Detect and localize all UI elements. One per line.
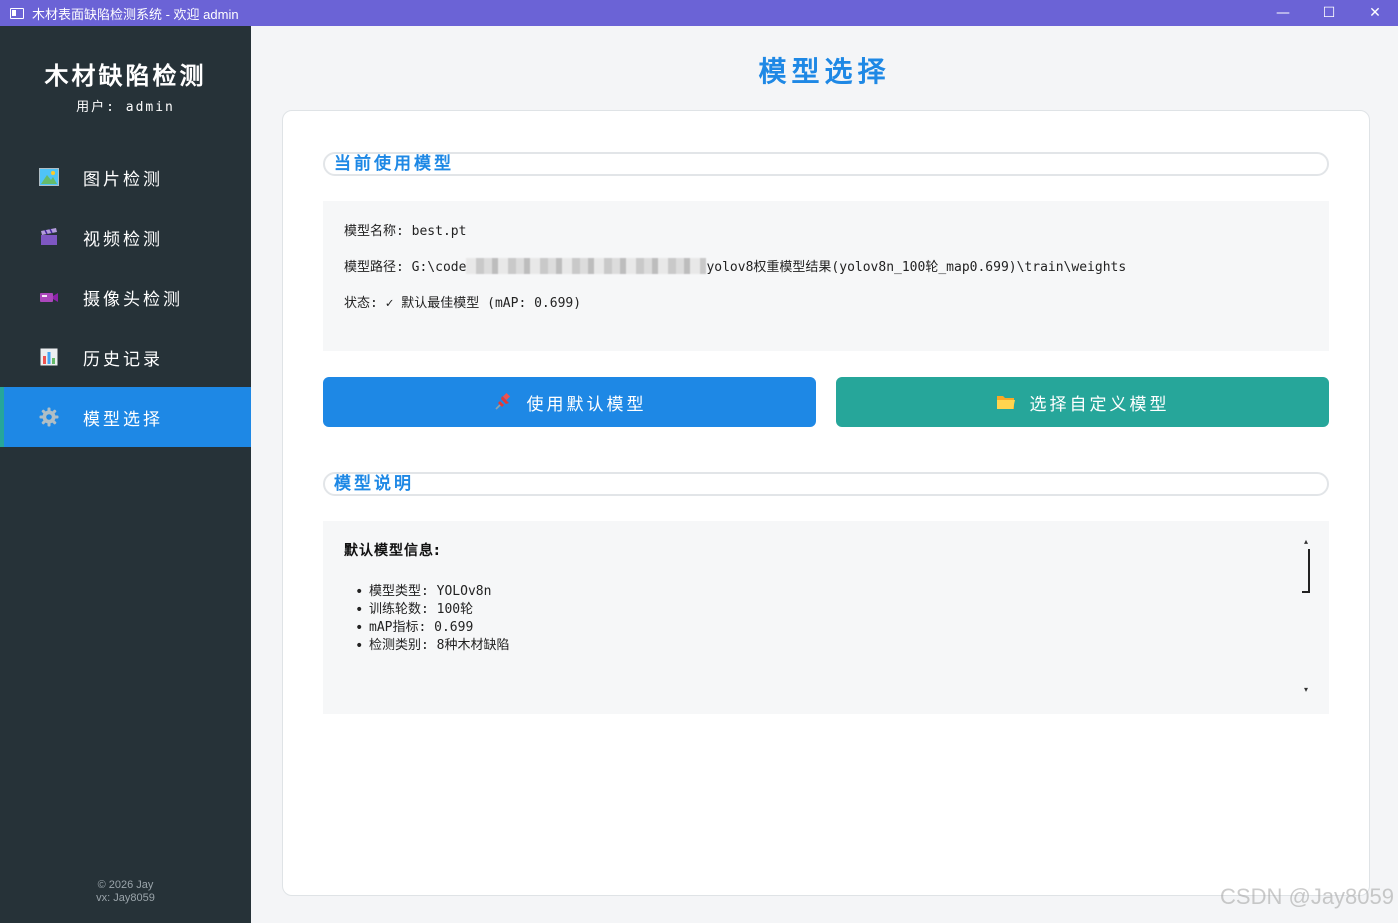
sidebar-item-video-detect[interactable]: 视频检测 (0, 207, 251, 267)
section-title: 模型说明 (334, 474, 414, 494)
model-name-label: 模型名称: (344, 224, 412, 239)
vertical-scrollbar[interactable]: ▴ ▾ (1300, 537, 1312, 697)
user-label: 用户: admin (76, 100, 175, 115)
scroll-up-arrow[interactable]: ▴ (1300, 537, 1312, 547)
redacted-path-segment (466, 258, 707, 274)
video-camera-icon (39, 287, 59, 307)
list-item: mAP指标: 0.699 (355, 619, 509, 637)
page-title: 模型选择 (758, 55, 891, 88)
current-model-section-header: 当前使用模型 (323, 152, 1329, 176)
app-icon (10, 7, 24, 19)
status-value: ✓ 默认最佳模型 (mAP: 0.699) (385, 296, 582, 311)
scrollbar-thumb[interactable] (1302, 549, 1310, 593)
maximize-button[interactable]: ☐ (1306, 0, 1352, 26)
list-item: 训练轮数: 100轮 (355, 601, 509, 619)
model-name-value: best.pt (411, 224, 467, 239)
model-card: 当前使用模型 模型名称: best.pt 模型路径: G:\code yolov8… (282, 110, 1370, 896)
sidebar-item-history[interactable]: 历史记录 (0, 327, 251, 387)
sidebar-item-label: 摄像头检测 (83, 289, 183, 310)
model-description-box: 默认模型信息: 模型类型: YOLOv8n 训练轮数: 100轮 mAP指标: … (323, 521, 1329, 714)
model-path-label: 模型路径: (344, 260, 412, 275)
sidebar-item-label: 图片检测 (83, 169, 163, 190)
sidebar-item-label: 模型选择 (83, 409, 163, 430)
sidebar: 木材缺陷检测 用户: admin 图片检测 视频检测 摄像头检测 历史记录 模型… (0, 26, 251, 923)
watermark: CSDN @Jay8059 (1220, 884, 1394, 909)
status-label: 状态: (344, 296, 386, 311)
pushpin-icon (493, 392, 513, 412)
sidebar-item-label: 历史记录 (83, 349, 163, 370)
model-path-prefix: G:\code (411, 260, 467, 275)
bar-chart-icon (39, 347, 59, 367)
list-item: 模型类型: YOLOv8n (355, 583, 509, 601)
sidebar-item-camera-detect[interactable]: 摄像头检测 (0, 267, 251, 327)
model-path-row: 模型路径: G:\code yolov8权重模型结果(yolov8n_100轮_m… (344, 256, 1126, 275)
gear-icon (39, 407, 59, 427)
model-info-box: 模型名称: best.pt 模型路径: G:\code yolov8权重模型结果(… (323, 201, 1329, 351)
copyright-text: © 2026 Jay (97, 879, 154, 891)
window-titlebar: 木材表面缺陷检测系统 - 欢迎 admin — ☐ ✕ (0, 0, 1398, 26)
clapperboard-icon (39, 227, 59, 247)
sidebar-item-image-detect[interactable]: 图片检测 (0, 147, 251, 207)
button-label: 使用默认模型 (526, 394, 647, 415)
model-path-suffix: yolov8权重模型结果(yolov8n_100轮_map0.699)\trai… (706, 260, 1127, 275)
model-name-row: 模型名称: best.pt (344, 220, 466, 239)
window-title: 木材表面缺陷检测系统 - 欢迎 admin (32, 6, 239, 22)
contact-text: vx: Jay8059 (96, 892, 155, 904)
button-label: 选择自定义模型 (1029, 394, 1170, 415)
minimize-button[interactable]: — (1260, 0, 1306, 26)
sidebar-footer: © 2026 Jay vx: Jay8059 (0, 879, 251, 905)
sidebar-item-model-select[interactable]: 模型选择 (0, 387, 251, 447)
list-item: 检测类别: 8种木材缺陷 (355, 637, 510, 655)
choose-custom-model-button[interactable]: 选择自定义模型 (836, 377, 1329, 427)
use-default-model-button[interactable]: 使用默认模型 (323, 377, 816, 427)
image-icon (39, 167, 59, 187)
model-description-section-header: 模型说明 (323, 472, 1329, 496)
close-button[interactable]: ✕ (1352, 0, 1398, 26)
folder-icon (996, 394, 1016, 411)
description-title: 默认模型信息: (344, 543, 441, 559)
sidebar-brand: 木材缺陷检测 (44, 61, 207, 90)
scroll-down-arrow[interactable]: ▾ (1300, 685, 1312, 695)
description-list: 模型类型: YOLOv8n 训练轮数: 100轮 mAP指标: 0.699 检测… (355, 583, 510, 655)
section-title: 当前使用模型 (334, 154, 454, 174)
status-row: 状态: ✓ 默认最佳模型 (mAP: 0.699) (344, 292, 581, 311)
sidebar-item-label: 视频检测 (83, 229, 163, 250)
